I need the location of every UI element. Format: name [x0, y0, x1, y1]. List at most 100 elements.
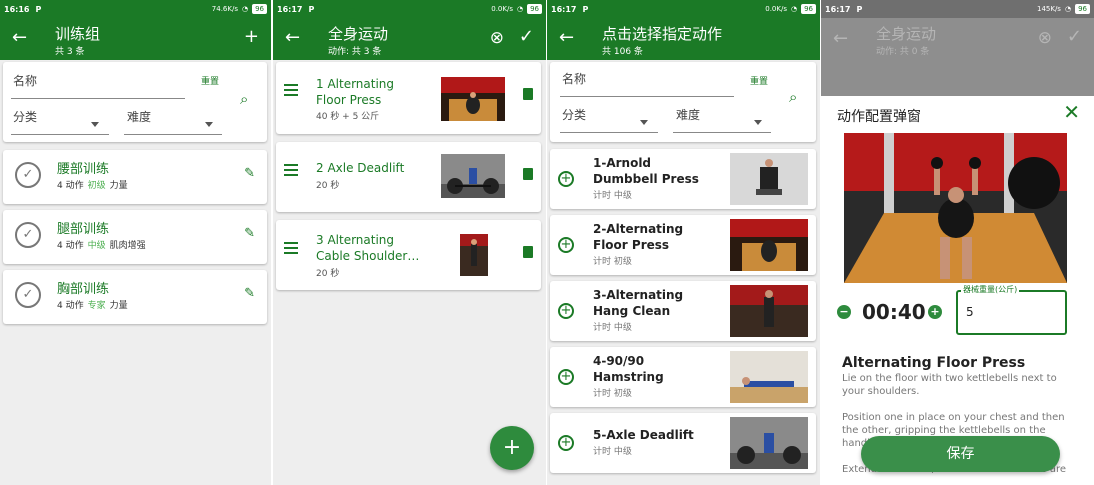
delete-icon[interactable]	[523, 88, 533, 100]
option-name: 3-Alternating Hang Clean	[593, 288, 684, 318]
clear-circle-icon[interactable]: ⊗	[490, 28, 504, 48]
filter-card: 名称 重置 ⌕ 分类 难度	[550, 62, 816, 142]
add-circle-icon[interactable]: +	[558, 171, 574, 187]
exercise-thumbnail	[730, 285, 808, 337]
filter-card: 名称 重置 ⌕ 分类 难度	[3, 62, 267, 142]
battery-icon: 96	[527, 4, 542, 14]
delete-icon[interactable]	[523, 246, 533, 258]
group-detail-screen: 16:17 P 0.0K/s ◔ 96 ← 全身运动 动作: 共 3 条 ⊗ ✓…	[273, 0, 546, 485]
delete-icon[interactable]	[523, 168, 533, 180]
confirm-check-icon: ✓	[1066, 26, 1082, 47]
add-circle-icon[interactable]: +	[558, 435, 574, 451]
timer-value: 00:40	[862, 300, 926, 324]
category-select[interactable]: 分类	[13, 108, 37, 125]
network-speed: 0.0K/s	[765, 5, 787, 13]
dimmed-app-bar: ← 全身运动 动作: 共 0 条 ⊗ ✓	[821, 18, 1094, 96]
back-arrow-icon: ←	[833, 28, 849, 49]
close-icon[interactable]: ✕	[1063, 100, 1080, 124]
page-subtitle: 共 3 条	[55, 47, 85, 57]
confirm-check-icon[interactable]: ✓	[519, 26, 534, 47]
battery-icon: 96	[1075, 4, 1090, 14]
group-level: 中级	[87, 241, 106, 251]
edit-pencil-icon[interactable]: ✎	[244, 226, 255, 241]
page-subtitle: 共 106 条	[602, 47, 643, 57]
category-caret-icon	[91, 122, 99, 127]
screens-composite: 16:16 P 74.6K/s ◔ 96 ← 训练组 共 3 条 + 名称 重置…	[0, 0, 1094, 485]
exercise-option[interactable]: + 1-Arnold Dumbbell Press 计时 中级	[550, 149, 816, 209]
group-count: 4 动作	[57, 181, 84, 191]
add-icon[interactable]: +	[244, 26, 259, 47]
alarm-check-icon: ✓	[15, 282, 41, 308]
exercise-name: 3 Alternating Cable Shoulder…	[316, 233, 420, 263]
edit-pencil-icon[interactable]: ✎	[244, 286, 255, 301]
add-circle-icon[interactable]: +	[558, 303, 574, 319]
decrease-time-button[interactable]: −	[837, 305, 851, 319]
search-icon[interactable]: ⌕	[789, 88, 797, 106]
difficulty-select[interactable]: 难度	[676, 106, 700, 123]
difficulty-caret-icon	[205, 122, 213, 127]
option-meta: 计时 中级	[593, 447, 632, 457]
group-name: 腿部训练	[57, 222, 110, 237]
group-meta: 4 动作 专家 力量	[57, 298, 128, 311]
add-circle-icon[interactable]: +	[558, 237, 574, 253]
add-exercise-fab[interactable]: +	[490, 426, 534, 470]
status-right: 0.0K/s ◔ 96	[765, 4, 816, 14]
category-select[interactable]: 分类	[562, 106, 586, 123]
exercise-option[interactable]: + 4-90/90 Hamstring 计时 初级	[550, 347, 816, 407]
drag-handle-icon[interactable]	[284, 164, 298, 179]
exercise-option[interactable]: + 2-Alternating Floor Press 计时 初级	[550, 215, 816, 275]
reset-button[interactable]: 重置	[750, 74, 768, 87]
clear-circle-icon: ⊗	[1037, 28, 1052, 48]
drag-handle-icon[interactable]	[284, 242, 298, 257]
status-bar: 16:17 P 0.0K/s ◔ 96	[273, 0, 546, 18]
exercise-title: Alternating Floor Press	[842, 355, 1026, 371]
pick-exercise-screen: 16:17 P 0.0K/s ◔ 96 ← 点击选择指定动作 共 106 条 名…	[547, 0, 820, 485]
edit-pencil-icon[interactable]: ✎	[244, 166, 255, 181]
search-icon[interactable]: ⌕	[240, 90, 248, 108]
group-item[interactable]: ✓ 胸部训练 4 动作 专家 力量 ✎	[3, 270, 267, 324]
group-item[interactable]: ✓ 腿部训练 4 动作 中级 肌肉增强 ✎	[3, 210, 267, 264]
exercise-thumbnail	[730, 417, 808, 469]
name-field-label: 名称	[13, 74, 38, 88]
dialog-title: 动作配置弹窗	[837, 109, 921, 125]
back-arrow-icon[interactable]: ←	[285, 28, 300, 48]
group-count: 4 动作	[57, 241, 84, 251]
exercise-item[interactable]: 1 Alternating Floor Press 40 秒 + 5 公斤	[276, 62, 541, 134]
back-arrow-icon[interactable]: ←	[12, 28, 27, 48]
status-p-icon: P	[35, 4, 42, 14]
back-arrow-icon[interactable]: ←	[559, 28, 574, 48]
reset-button[interactable]: 重置	[201, 74, 219, 87]
difficulty-select[interactable]: 难度	[127, 108, 151, 125]
weight-value[interactable]: 5	[966, 305, 974, 319]
weight-field-label: 器械重量(公斤)	[961, 284, 1020, 295]
increase-time-button[interactable]: +	[928, 305, 942, 319]
exercise-thumbnail	[441, 154, 505, 198]
status-bar: 16:17 P 145K/s ◔ 96	[821, 0, 1094, 18]
page-title: 全身运动	[876, 25, 937, 43]
group-level: 初级	[87, 181, 106, 191]
option-meta: 计时 初级	[593, 257, 632, 267]
exercise-thumbnail	[730, 153, 808, 205]
name-field-label: 名称	[562, 72, 587, 86]
status-p-icon: P	[582, 4, 589, 14]
save-button[interactable]: 保存	[861, 436, 1060, 472]
option-meta: 计时 中级	[593, 323, 632, 333]
group-name: 胸部训练	[57, 282, 110, 297]
add-circle-icon[interactable]: +	[558, 369, 574, 385]
exercise-option[interactable]: + 5-Axle Deadlift 计时 中级	[550, 413, 816, 473]
group-level: 专家	[87, 301, 106, 311]
network-speed: 0.0K/s	[491, 5, 513, 13]
exercise-option[interactable]: + 3-Alternating Hang Clean 计时 中级	[550, 281, 816, 341]
exercise-item[interactable]: 3 Alternating Cable Shoulder… 20 秒	[276, 220, 541, 290]
exercise-thumbnail	[730, 219, 808, 271]
name-input[interactable]	[11, 98, 185, 99]
exercise-item[interactable]: 2 Axle Deadlift 20 秒	[276, 142, 541, 212]
drag-handle-icon[interactable]	[284, 84, 298, 99]
page-subtitle: 动作: 共 3 条	[328, 47, 382, 57]
status-bar: 16:16 P 74.6K/s ◔ 96	[0, 0, 271, 18]
category-underline	[11, 134, 109, 135]
group-item[interactable]: ✓ 腰部训练 4 动作 初级 力量 ✎	[3, 150, 267, 204]
wifi-icon: ◔	[790, 5, 798, 13]
name-input[interactable]	[560, 96, 734, 97]
wifi-icon: ◔	[516, 5, 524, 13]
